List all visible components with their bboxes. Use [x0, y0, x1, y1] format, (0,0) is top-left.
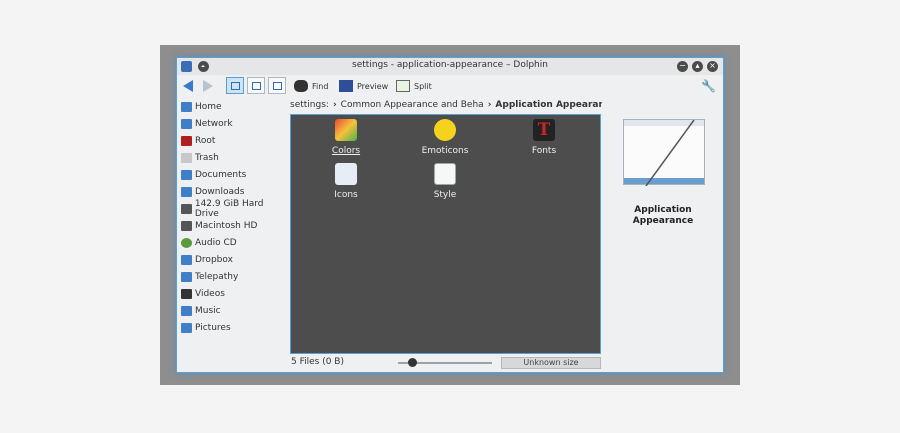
- title-bar: settings - application-appearance – Dolp…: [177, 58, 723, 75]
- control-menu-button[interactable]: 🔧: [701, 78, 716, 94]
- place-pictures[interactable]: Pictures: [181, 319, 289, 336]
- forward-arrow-icon: [203, 80, 213, 92]
- close-button[interactable]: ×: [707, 61, 718, 72]
- application-appearance-preview: [623, 119, 705, 186]
- forward-button[interactable]: [203, 78, 213, 94]
- status-bar: 5 Files (0 B) Unknown size: [290, 355, 602, 371]
- find-button[interactable]: Find: [294, 78, 328, 94]
- toolbar: Find Preview Split 🔧: [177, 75, 723, 97]
- breadcrumb-parent[interactable]: Common Appearance and Beha: [341, 100, 484, 110]
- place-home[interactable]: Home: [181, 98, 289, 115]
- window-title: settings - application-appearance – Dolp…: [352, 60, 548, 70]
- file-view[interactable]: Colors Emoticons T Fonts Icons Style: [290, 114, 601, 354]
- information-panel: Application Appearance: [605, 97, 721, 354]
- space-info: Unknown size: [501, 357, 601, 369]
- split-label: Split: [414, 81, 432, 91]
- place-network[interactable]: Network: [181, 115, 289, 132]
- place-hard-drive[interactable]: 142.9 GiB Hard Drive: [181, 199, 289, 219]
- split-icon: [396, 80, 410, 92]
- find-label: Find: [312, 81, 329, 91]
- folder-icon: [181, 254, 192, 265]
- wrench-icon: 🔧: [701, 79, 716, 93]
- place-audio-cd[interactable]: Audio CD: [181, 234, 289, 251]
- zoom-slider-handle[interactable]: [408, 358, 418, 367]
- split-button[interactable]: Split: [396, 78, 432, 94]
- style-icon: [434, 163, 456, 185]
- binoculars-icon: [294, 80, 308, 92]
- hard-drive-icon: [181, 203, 192, 214]
- audio-cd-icon: [181, 237, 192, 248]
- details-view-icon: [273, 82, 282, 90]
- icons-icon: [335, 163, 357, 185]
- file-item-fonts[interactable]: T Fonts: [499, 119, 589, 156]
- breadcrumb-current[interactable]: Application Appearance: [495, 100, 602, 110]
- network-folder-icon: [181, 118, 192, 129]
- file-item-icons[interactable]: Icons: [301, 163, 391, 200]
- preview-button[interactable]: Preview: [339, 78, 388, 94]
- breadcrumb-root[interactable]: settings:: [290, 100, 329, 110]
- maximize-button[interactable]: ▴: [692, 61, 703, 72]
- root-folder-icon: [181, 135, 192, 146]
- place-music[interactable]: Music: [181, 302, 289, 319]
- preview-icon: [339, 80, 353, 92]
- file-item-style[interactable]: Style: [400, 163, 490, 200]
- file-item-colors[interactable]: Colors: [301, 119, 391, 156]
- folder-icon: [181, 271, 192, 282]
- preview-label: Preview: [357, 81, 389, 91]
- pictures-folder-icon: [181, 322, 192, 333]
- place-downloads[interactable]: Downloads: [181, 183, 289, 200]
- videos-folder-icon: [181, 288, 192, 299]
- home-folder-icon: [181, 101, 192, 112]
- place-root[interactable]: Root: [181, 132, 289, 149]
- place-videos[interactable]: Videos: [181, 285, 289, 302]
- downloads-folder-icon: [181, 186, 192, 197]
- place-macintosh-hd[interactable]: Macintosh HD: [181, 217, 289, 234]
- breadcrumb-separator-icon: ›: [487, 99, 492, 110]
- place-telepathy[interactable]: Telepathy: [181, 268, 289, 285]
- file-count: 5 Files (0 B): [291, 357, 344, 367]
- emoticon-smiley-icon: [434, 119, 456, 141]
- file-item-emoticons[interactable]: Emoticons: [400, 119, 490, 156]
- icons-view-button[interactable]: [226, 77, 244, 94]
- music-folder-icon: [181, 305, 192, 316]
- back-button[interactable]: [183, 78, 193, 94]
- colors-icon: [335, 119, 357, 141]
- documents-folder-icon: [181, 169, 192, 180]
- location-bar[interactable]: settings: › Common Appearance and Beha ›…: [290, 97, 602, 112]
- places-panel: Home Network Root Trash Documents Downlo…: [181, 98, 289, 364]
- icons-view-icon: [231, 82, 240, 90]
- breadcrumb-separator-icon: ›: [332, 99, 337, 110]
- info-panel-title: Application Appearance: [632, 205, 694, 226]
- trash-icon: [181, 152, 192, 163]
- minimize-button[interactable]: −: [677, 61, 688, 72]
- hard-drive-icon: [181, 220, 192, 231]
- fonts-icon: T: [533, 119, 555, 141]
- details-view-button[interactable]: [268, 77, 286, 94]
- dolphin-window: settings - application-appearance – Dolp…: [176, 57, 724, 373]
- place-documents[interactable]: Documents: [181, 166, 289, 183]
- brush-stroke-icon: [645, 120, 695, 186]
- compact-view-icon: [252, 82, 261, 90]
- place-trash[interactable]: Trash: [181, 149, 289, 166]
- place-dropbox[interactable]: Dropbox: [181, 251, 289, 268]
- compact-view-button[interactable]: [247, 77, 265, 94]
- back-arrow-icon: [183, 80, 193, 92]
